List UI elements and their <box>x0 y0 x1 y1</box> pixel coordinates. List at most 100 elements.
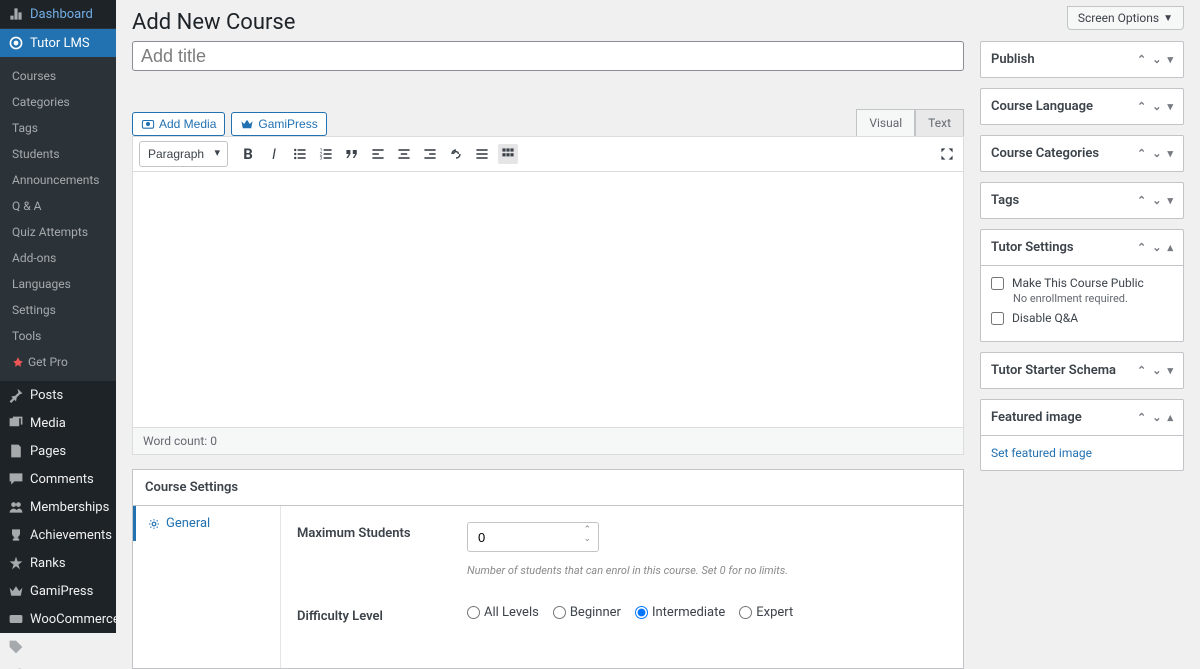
toolbar-toggle-icon[interactable] <box>498 144 518 164</box>
submenu-tools[interactable]: Tools <box>0 323 116 349</box>
panel-featured-image-title: Featured image <box>991 410 1082 425</box>
sidebar-comments[interactable]: Comments <box>0 465 116 493</box>
make-public-label: Make This Course Public <box>1012 276 1144 290</box>
panel-caret-up-icon[interactable]: ⌃ <box>1137 411 1146 424</box>
align-right-icon[interactable] <box>420 144 440 164</box>
sidebar-pages[interactable]: Pages <box>0 437 116 465</box>
radio-expert[interactable]: Expert <box>739 605 793 620</box>
panel-menu-icon[interactable]: ▴ <box>1167 241 1173 254</box>
panel-tags: Tags ⌃ ⌄ ▾ <box>980 182 1184 219</box>
bold-icon[interactable]: B <box>238 144 258 164</box>
rocket-icon <box>12 356 24 368</box>
panel-caret-down-icon[interactable]: ⌄ <box>1152 194 1161 207</box>
gear-icon <box>148 518 160 530</box>
panel-caret-up-icon[interactable]: ⌃ <box>1137 194 1146 207</box>
submenu-qa[interactable]: Q & A <box>0 193 116 219</box>
screen-options-toggle[interactable]: Screen Options ▼ <box>1067 6 1184 30</box>
submenu-languages[interactable]: Languages <box>0 271 116 297</box>
panel-caret-down-icon[interactable]: ⌄ <box>1152 53 1161 66</box>
submenu-announcements[interactable]: Announcements <box>0 167 116 193</box>
panel-language: Course Language ⌃ ⌄ ▾ <box>980 88 1184 125</box>
set-featured-image-link[interactable]: Set featured image <box>991 446 1092 460</box>
panel-tags-title: Tags <box>991 193 1019 208</box>
sidebar-achievements[interactable]: Achievements <box>0 521 116 549</box>
panel-menu-icon[interactable]: ▾ <box>1167 147 1173 160</box>
panel-caret-down-icon[interactable]: ⌄ <box>1152 411 1161 424</box>
sidebar-pages-label: Pages <box>30 444 66 459</box>
sidebar-woocommerce[interactable]: WooCommerce <box>0 605 116 633</box>
panel-menu-icon[interactable]: ▾ <box>1167 194 1173 207</box>
sidebar-ranks[interactable]: Ranks <box>0 549 116 577</box>
sidebar-posts-label: Posts <box>30 388 63 403</box>
no-enrollment-help: No enrollment required. <box>1013 292 1173 305</box>
panel-menu-icon[interactable]: ▾ <box>1167 364 1173 377</box>
course-settings-tab-general[interactable]: General <box>133 506 280 541</box>
panel-menu-icon[interactable]: ▴ <box>1167 411 1173 424</box>
bullet-list-icon[interactable] <box>290 144 310 164</box>
course-title-input[interactable] <box>132 41 964 71</box>
sidebar-media[interactable]: Media <box>0 409 116 437</box>
panel-categories: Course Categories ⌃⌄▾ <box>980 135 1184 172</box>
submenu-tags[interactable]: Tags <box>0 115 116 141</box>
panel-language-title: Course Language <box>991 99 1093 114</box>
link-icon[interactable] <box>446 144 466 164</box>
pin-icon <box>8 387 24 403</box>
main-content: Add New Course Screen Options ▼ Add Medi… <box>116 0 1200 669</box>
panel-caret-up-icon[interactable]: ⌃ <box>1137 241 1146 254</box>
sidebar-achievements-label: Achievements <box>30 528 112 543</box>
align-center-icon[interactable] <box>394 144 414 164</box>
italic-icon[interactable]: I <box>264 144 284 164</box>
fullscreen-icon[interactable] <box>937 144 957 164</box>
submenu-courses[interactable]: Courses <box>0 63 116 89</box>
max-students-help: Number of students that can enrol in thi… <box>467 564 947 577</box>
submenu-get-pro[interactable]: Get Pro <box>0 349 116 375</box>
blockquote-icon[interactable] <box>342 144 362 164</box>
block-format-select[interactable]: Paragraph <box>139 141 228 167</box>
panel-caret-up-icon[interactable]: ⌃ <box>1137 147 1146 160</box>
woo-icon <box>8 611 24 627</box>
tutor-icon <box>8 35 24 51</box>
disable-qa-checkbox[interactable] <box>991 312 1004 325</box>
submenu-categories[interactable]: Categories <box>0 89 116 115</box>
add-media-button[interactable]: Add Media <box>132 112 225 136</box>
gamipress-button[interactable]: GamiPress <box>231 112 326 136</box>
sidebar-gamipress[interactable]: GamiPress <box>0 577 116 605</box>
disable-qa-label: Disable Q&A <box>1012 311 1078 325</box>
sidebar-memberships[interactable]: Memberships <box>0 493 116 521</box>
panel-caret-up-icon[interactable]: ⌃ <box>1137 100 1146 113</box>
panel-caret-down-icon[interactable]: ⌄ <box>1152 364 1161 377</box>
submenu-addons[interactable]: Add-ons <box>0 245 116 271</box>
difficulty-label: Difficulty Level <box>297 605 417 624</box>
sidebar-tutor-lms[interactable]: Tutor LMS <box>0 29 116 57</box>
panel-caret-down-icon[interactable]: ⌄ <box>1152 100 1161 113</box>
panel-menu-icon[interactable]: ▾ <box>1167 100 1173 113</box>
tab-text[interactable]: Text <box>915 109 964 136</box>
submenu-quiz-attempts[interactable]: Quiz Attempts <box>0 219 116 245</box>
panel-caret-up-icon[interactable]: ⌃ <box>1137 364 1146 377</box>
radio-all-levels[interactable]: All Levels <box>467 605 539 620</box>
make-public-checkbox[interactable] <box>991 277 1004 290</box>
editor-canvas[interactable] <box>132 172 964 428</box>
radio-beginner[interactable]: Beginner <box>553 605 621 620</box>
sidebar-dashboard[interactable]: Dashboard <box>0 0 116 29</box>
sidebar-media-label: Media <box>30 416 66 431</box>
read-more-icon[interactable] <box>472 144 492 164</box>
panel-caret-up-icon[interactable]: ⌃ <box>1137 53 1146 66</box>
sidebar-posts[interactable]: Posts <box>0 381 116 409</box>
submenu-settings[interactable]: Settings <box>0 297 116 323</box>
numbered-list-icon[interactable]: 123 <box>316 144 336 164</box>
tab-visual[interactable]: Visual <box>856 109 915 136</box>
add-media-label: Add Media <box>159 117 216 131</box>
panel-menu-icon[interactable]: ▾ <box>1167 53 1173 66</box>
submenu-students[interactable]: Students <box>0 141 116 167</box>
comment-icon <box>8 471 24 487</box>
panel-caret-down-icon[interactable]: ⌄ <box>1152 241 1161 254</box>
sidebar-woo-label: WooCommerce <box>30 612 120 627</box>
align-left-icon[interactable] <box>368 144 388 164</box>
admin-sidebar: Dashboard Tutor LMS Courses Categories T… <box>0 0 116 633</box>
panel-caret-down-icon[interactable]: ⌄ <box>1152 147 1161 160</box>
panel-schema-title: Tutor Starter Schema <box>991 363 1116 378</box>
radio-intermediate[interactable]: Intermediate <box>635 605 725 620</box>
max-students-input[interactable] <box>467 522 599 552</box>
sidebar-dashboard-label: Dashboard <box>30 7 93 22</box>
